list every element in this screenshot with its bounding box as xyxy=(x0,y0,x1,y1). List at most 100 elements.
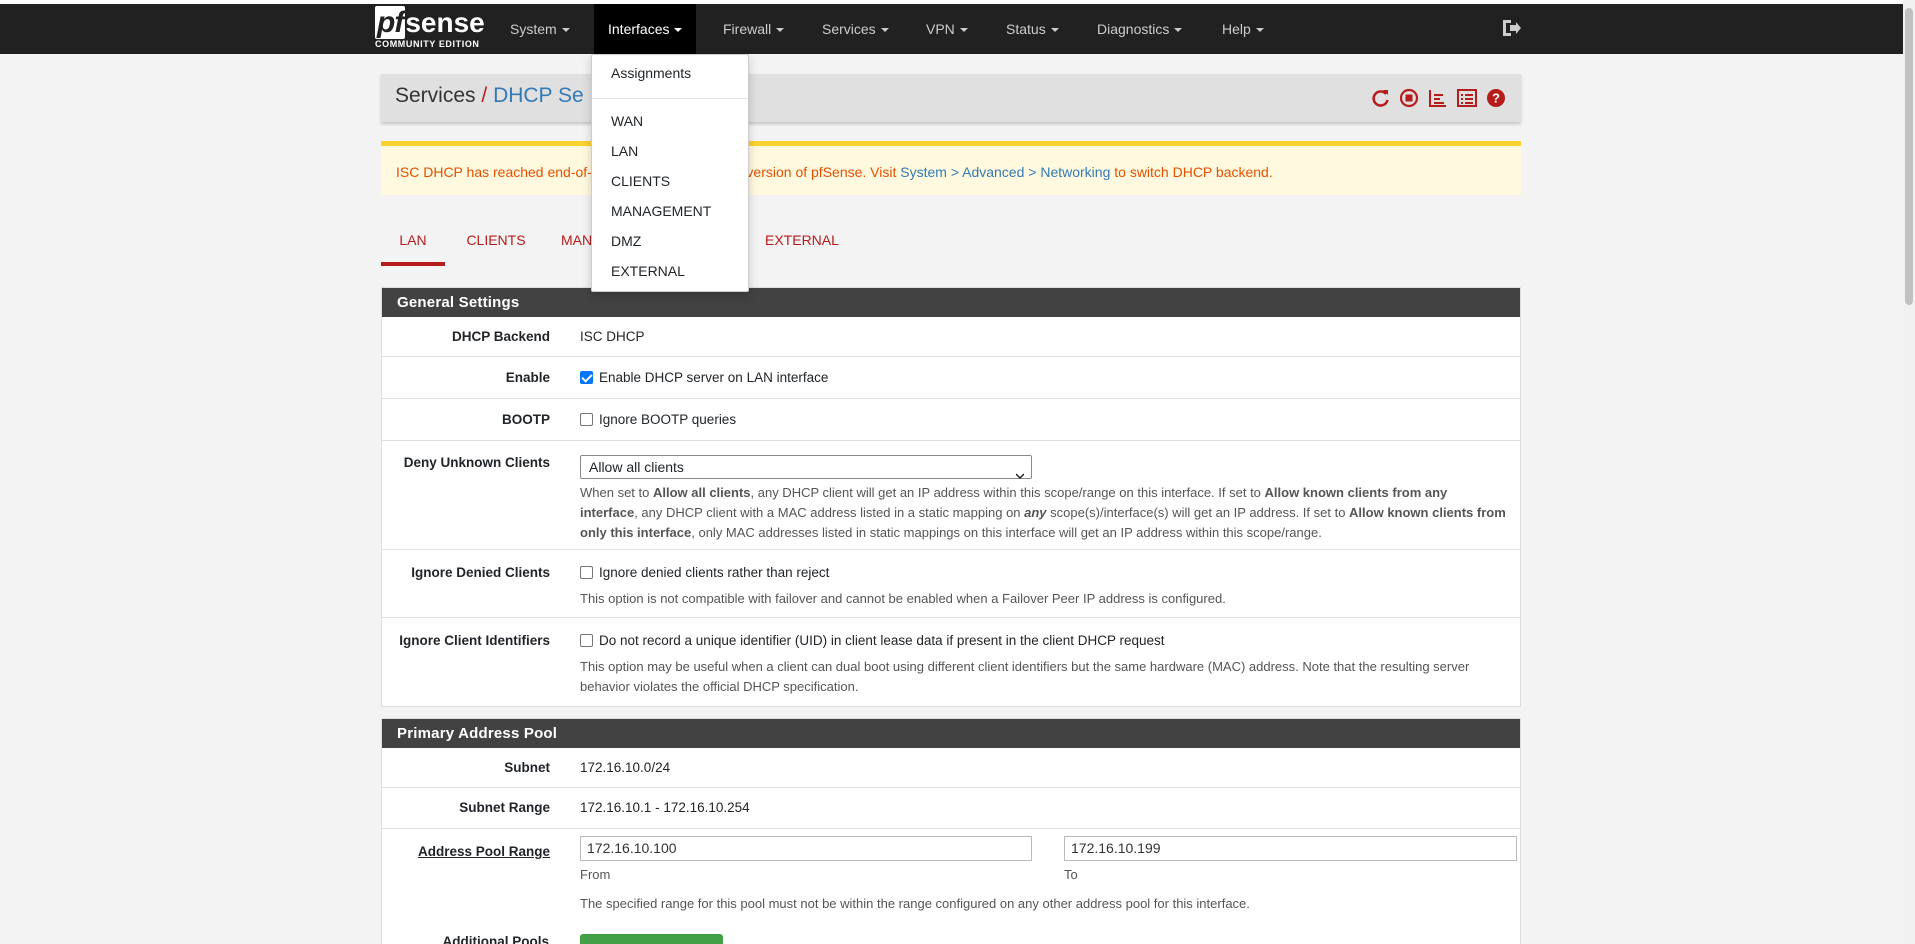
warning-text-start: ISC DHCP has reached end-of-li xyxy=(396,164,599,180)
ignore-uid-label: Ignore Client Identifiers xyxy=(399,633,550,648)
subnet-label: Subnet xyxy=(504,760,550,775)
tab-clients[interactable]: CLIENTS xyxy=(466,226,526,266)
dhcp-backend-label: DHCP Backend xyxy=(451,329,550,344)
ignore-uid-help: This option may be useful when a client … xyxy=(580,659,1470,694)
menu-item-external[interactable]: EXTERNAL xyxy=(611,263,685,279)
svg-text:?: ? xyxy=(1492,91,1500,106)
nav-help-label: Help xyxy=(1222,21,1251,37)
help-icon[interactable]: ? xyxy=(1485,87,1507,109)
bootp-row: BOOTP Ignore BOOTP queries xyxy=(382,399,1520,441)
general-settings-panel: General Settings DHCP Backend ISC DHCP E… xyxy=(381,287,1521,707)
primary-pool-panel: Primary Address Pool Subnet 172.16.10.0/… xyxy=(381,718,1521,944)
nav-help[interactable]: Help xyxy=(1208,4,1278,54)
bootp-checkbox[interactable] xyxy=(580,413,593,426)
menu-item-dmz[interactable]: DMZ xyxy=(611,233,641,249)
logs-icon[interactable] xyxy=(1456,87,1478,109)
page-scrollbar[interactable] xyxy=(1903,0,1915,944)
top-navbar: pfsense COMMUNITY EDITION System Interfa… xyxy=(0,4,1903,54)
nav-firewall-label: Firewall xyxy=(723,21,772,37)
logo-sense: sense xyxy=(405,7,485,38)
caret-down-icon xyxy=(1174,28,1183,33)
tab-external[interactable]: EXTERNAL xyxy=(765,226,839,266)
subnet-range-value: 172.16.10.1 - 172.16.10.254 xyxy=(580,800,750,815)
caret-down-icon xyxy=(959,28,968,33)
nav-status-label: Status xyxy=(1006,21,1046,37)
subnet-range-row: Subnet Range 172.16.10.1 - 172.16.10.254 xyxy=(382,788,1520,829)
help-text: scope(s)/interface(s) will get an IP add… xyxy=(1046,505,1350,520)
nav-vpn-label: VPN xyxy=(926,21,955,37)
stop-service-icon[interactable] xyxy=(1398,87,1420,109)
pool-to-input[interactable]: 172.16.10.199 xyxy=(1064,836,1517,861)
breadcrumb-separator: / xyxy=(481,84,488,107)
subnet-value: 172.16.10.0/24 xyxy=(580,760,671,775)
help-bold: any xyxy=(1024,505,1047,520)
ignore-uid-checkbox[interactable] xyxy=(580,634,593,647)
pool-from-input[interactable]: 172.16.10.100 xyxy=(580,836,1032,861)
bootp-checkbox-text: Ignore BOOTP queries xyxy=(599,412,737,427)
ignore-denied-label: Ignore Denied Clients xyxy=(411,565,550,580)
subnet-row: Subnet 172.16.10.0/24 xyxy=(382,748,1520,788)
advanced-networking-link[interactable]: System > Advanced > Networking xyxy=(900,164,1110,180)
menu-item-lan[interactable]: LAN xyxy=(611,143,638,159)
help-text: When set to xyxy=(580,485,653,500)
eol-warning: ISC DHCP has reached end-of-li a future v… xyxy=(381,141,1521,195)
help-text: , only MAC addresses listed in static ma… xyxy=(691,525,1322,540)
logo-pf: pf xyxy=(375,6,406,39)
nav-system[interactable]: System xyxy=(496,4,584,54)
status-icon[interactable] xyxy=(1427,87,1449,109)
address-pool-label: Address Pool Range xyxy=(417,844,550,859)
ignore-uid-row: Ignore Client Identifiers Do not record … xyxy=(382,618,1520,706)
interfaces-dropdown-menu: Assignments WAN LAN CLIENTS MANAGEMENT D… xyxy=(591,54,749,292)
pfsense-logo[interactable]: pfsense COMMUNITY EDITION xyxy=(375,6,485,52)
nav-diagnostics[interactable]: Diagnostics xyxy=(1083,4,1196,54)
caret-down-icon xyxy=(674,28,683,33)
dhcp-backend-value: ISC DHCP xyxy=(580,329,645,344)
ignore-denied-checkbox[interactable] xyxy=(580,566,593,579)
help-text: , any DHCP client with a MAC address lis… xyxy=(634,505,1025,520)
ignore-denied-help: This option is not compatible with failo… xyxy=(580,591,1226,606)
panel-title: General Settings xyxy=(382,288,1520,317)
tab-lan[interactable]: LAN xyxy=(381,226,445,266)
pool-from-label: From xyxy=(580,867,611,882)
breadcrumb-page[interactable]: DHCP Se xyxy=(493,84,584,107)
add-pool-button[interactable] xyxy=(580,934,723,944)
deny-unknown-help: When set to Allow all clients, any DHCP … xyxy=(580,483,1508,543)
help-bold: Allow all clients xyxy=(652,485,751,500)
menu-item-clients[interactable]: CLIENTS xyxy=(611,173,670,189)
menu-item-management[interactable]: MANAGEMENT xyxy=(611,203,711,219)
menu-divider xyxy=(592,98,748,99)
ignore-denied-row: Ignore Denied Clients Ignore denied clie… xyxy=(382,550,1520,618)
nav-status[interactable]: Status xyxy=(992,4,1073,54)
enable-row: Enable Enable DHCP server on LAN interfa… xyxy=(382,357,1520,399)
caret-down-icon xyxy=(1050,28,1059,33)
nav-interfaces[interactable]: Interfaces xyxy=(594,4,697,54)
nav-services[interactable]: Services xyxy=(808,4,903,54)
deny-unknown-label: Deny Unknown Clients xyxy=(403,455,550,470)
ignore-uid-text: Do not record a unique identifier (UID) … xyxy=(599,633,1165,648)
chevron-down-icon xyxy=(1015,464,1025,480)
scrollbar-thumb[interactable] xyxy=(1905,8,1913,305)
menu-item-assignments[interactable]: Assignments xyxy=(611,65,691,81)
logout-icon[interactable] xyxy=(1500,17,1524,41)
deny-unknown-row: Deny Unknown Clients Allow all clients W… xyxy=(382,441,1520,550)
caret-down-icon xyxy=(561,28,570,33)
nav-firewall[interactable]: Firewall xyxy=(709,4,798,54)
help-text: , any DHCP client will get an IP address… xyxy=(750,485,1265,500)
enable-checkbox[interactable] xyxy=(580,371,593,384)
restart-service-icon[interactable] xyxy=(1369,87,1391,109)
additional-pools-label: Additional Pools xyxy=(442,934,550,944)
logo-edition: COMMUNITY EDITION xyxy=(375,39,480,49)
deny-unknown-selected: Allow all clients xyxy=(589,459,684,475)
shortcut-icons: ? xyxy=(1369,87,1507,109)
caret-down-icon xyxy=(880,28,889,33)
nav-vpn[interactable]: VPN xyxy=(912,4,982,54)
breadcrumb-bar: Services / DHCP Se ? xyxy=(381,74,1521,122)
nav-system-label: System xyxy=(510,21,557,37)
pool-to-label: To xyxy=(1064,867,1078,882)
dhcp-backend-row: DHCP Backend ISC DHCP xyxy=(382,317,1520,357)
subnet-range-label: Subnet Range xyxy=(459,800,550,815)
nav-interfaces-label: Interfaces xyxy=(608,21,670,37)
menu-item-wan[interactable]: WAN xyxy=(611,113,643,129)
deny-unknown-select[interactable]: Allow all clients xyxy=(580,455,1032,480)
caret-down-icon xyxy=(1255,28,1264,33)
